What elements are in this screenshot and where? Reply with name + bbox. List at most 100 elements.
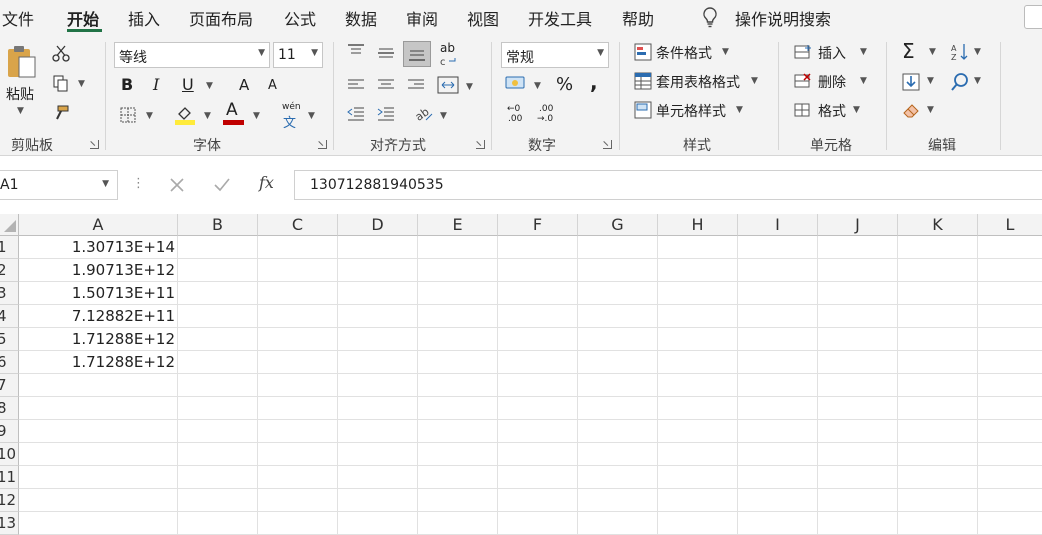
- clear-eraser-icon[interactable]: [902, 101, 920, 119]
- number-format-select[interactable]: 常规 ▼: [501, 42, 609, 68]
- column-header-c[interactable]: C: [258, 214, 338, 236]
- column-header-i[interactable]: I: [738, 214, 818, 236]
- cell-a2[interactable]: 1.90713E+12: [19, 259, 175, 281]
- column-header-b[interactable]: B: [178, 214, 258, 236]
- select-all-corner[interactable]: [0, 214, 19, 236]
- paste-dropdown-icon[interactable]: ▼: [17, 106, 24, 116]
- chevron-down-icon[interactable]: ▼: [860, 47, 867, 57]
- format-as-table-button[interactable]: 套用表格格式: [656, 72, 740, 92]
- column-header-a[interactable]: A: [19, 214, 178, 236]
- fill-color-dropdown-icon[interactable]: ▼: [204, 111, 211, 121]
- row-header-12[interactable]: 12: [0, 489, 19, 512]
- menu-review[interactable]: 审阅: [406, 6, 438, 30]
- row-header-4[interactable]: 4: [0, 305, 19, 328]
- column-header-d[interactable]: D: [338, 214, 418, 236]
- align-left-icon[interactable]: [347, 78, 365, 92]
- fill-color-icon[interactable]: [174, 103, 196, 125]
- share-button[interactable]: [1024, 5, 1042, 29]
- column-header-h[interactable]: H: [658, 214, 738, 236]
- column-header-f[interactable]: F: [498, 214, 578, 236]
- insert-function-button[interactable]: fx: [259, 173, 274, 192]
- column-header-g[interactable]: G: [578, 214, 658, 236]
- comma-button[interactable]: ,: [590, 70, 598, 94]
- delete-cells-icon[interactable]: [794, 72, 812, 90]
- orientation-icon[interactable]: ab: [414, 104, 434, 122]
- font-color-button[interactable]: A: [226, 100, 238, 120]
- formula-bar-grip-icon[interactable]: ⋮: [132, 176, 145, 191]
- format-button[interactable]: 格式: [818, 101, 846, 121]
- find-dropdown-icon[interactable]: ▼: [974, 76, 981, 86]
- row-header-11[interactable]: 11: [0, 466, 19, 489]
- align-top-icon[interactable]: [347, 44, 365, 58]
- chevron-down-icon[interactable]: ▼: [722, 47, 729, 57]
- menu-data[interactable]: 数据: [345, 6, 377, 30]
- number-launcher-icon[interactable]: [603, 140, 612, 149]
- cancel-entry-icon[interactable]: [169, 177, 185, 193]
- find-select-icon[interactable]: [950, 72, 970, 92]
- delete-button[interactable]: 删除: [818, 72, 846, 92]
- phonetic-guide-button[interactable]: 文: [283, 112, 296, 131]
- paste-label[interactable]: 粘贴: [6, 84, 34, 104]
- font-size-select[interactable]: 11 ▼: [273, 42, 323, 68]
- chevron-down-icon[interactable]: ▼: [853, 105, 860, 115]
- copy-dropdown-icon[interactable]: ▼: [78, 79, 85, 89]
- format-painter-icon[interactable]: [52, 104, 70, 122]
- copy-icon[interactable]: [52, 74, 70, 92]
- border-dropdown-icon[interactable]: ▼: [146, 111, 153, 121]
- cell-a1[interactable]: 1.30713E+14: [19, 236, 175, 258]
- lightbulb-icon[interactable]: [700, 6, 720, 28]
- row-header-1[interactable]: 1: [0, 236, 19, 259]
- align-bottom-button[interactable]: [403, 41, 431, 67]
- chevron-down-icon[interactable]: ▼: [736, 105, 743, 115]
- italic-button[interactable]: I: [153, 75, 159, 94]
- row-header-6[interactable]: 6: [0, 351, 19, 374]
- merge-center-icon[interactable]: [437, 76, 459, 94]
- paste-icon[interactable]: [6, 44, 38, 80]
- decrease-decimal-button[interactable]: →.0: [537, 114, 553, 124]
- row-header-8[interactable]: 8: [0, 397, 19, 420]
- accounting-dropdown-icon[interactable]: ▼: [534, 81, 541, 91]
- clear-dropdown-icon[interactable]: ▼: [927, 105, 934, 115]
- column-header-j[interactable]: J: [818, 214, 898, 236]
- column-header-e[interactable]: E: [418, 214, 498, 236]
- formula-input[interactable]: 130712881940535: [294, 170, 1042, 200]
- cell-styles-button[interactable]: 单元格样式: [656, 101, 726, 121]
- underline-dropdown-icon[interactable]: ▼: [206, 81, 213, 91]
- cell-a6[interactable]: 1.71288E+12: [19, 351, 175, 373]
- menu-formulas[interactable]: 公式: [284, 6, 316, 30]
- conditional-formatting-button[interactable]: 条件格式: [656, 43, 712, 63]
- menu-insert[interactable]: 插入: [128, 6, 160, 30]
- percent-button[interactable]: %: [556, 74, 573, 95]
- insert-cells-icon[interactable]: [794, 43, 812, 61]
- phonetic-dropdown-icon[interactable]: ▼: [308, 111, 315, 121]
- clipboard-launcher-icon[interactable]: [90, 140, 99, 149]
- orientation-dropdown-icon[interactable]: ▼: [440, 111, 447, 121]
- decrease-indent-icon[interactable]: [347, 106, 365, 122]
- menu-help[interactable]: 帮助: [622, 6, 654, 30]
- row-header-7[interactable]: 7: [0, 374, 19, 397]
- align-right-icon[interactable]: [407, 78, 425, 92]
- name-box[interactable]: A1 ▼: [0, 170, 118, 200]
- row-header-2[interactable]: 2: [0, 259, 19, 282]
- cell-a5[interactable]: 1.71288E+12: [19, 328, 175, 350]
- wrap-text-button[interactable]: ab: [440, 41, 455, 55]
- alignment-launcher-icon[interactable]: [476, 140, 485, 149]
- row-header-13[interactable]: 13: [0, 512, 19, 535]
- chevron-down-icon[interactable]: ▼: [860, 76, 867, 86]
- font-color-dropdown-icon[interactable]: ▼: [253, 111, 260, 121]
- conditional-formatting-icon[interactable]: [634, 43, 652, 61]
- insert-button[interactable]: 插入: [818, 43, 846, 63]
- grow-font-button[interactable]: A: [239, 76, 249, 94]
- merge-dropdown-icon[interactable]: ▼: [466, 82, 473, 92]
- worksheet-grid[interactable]: A B C D E F G H I J K L 1 2 3 4 5 6 7 8 …: [0, 214, 1042, 535]
- underline-button[interactable]: U: [182, 75, 194, 94]
- format-cells-icon[interactable]: [794, 101, 812, 119]
- font-launcher-icon[interactable]: [318, 140, 327, 149]
- cell-styles-icon[interactable]: [634, 101, 652, 119]
- cell-a4[interactable]: 7.12882E+11: [19, 305, 175, 327]
- sort-dropdown-icon[interactable]: ▼: [974, 47, 981, 57]
- align-middle-icon[interactable]: [377, 46, 395, 60]
- menu-file[interactable]: 文件: [2, 6, 34, 30]
- row-header-3[interactable]: 3: [0, 282, 19, 305]
- fill-dropdown-icon[interactable]: ▼: [927, 76, 934, 86]
